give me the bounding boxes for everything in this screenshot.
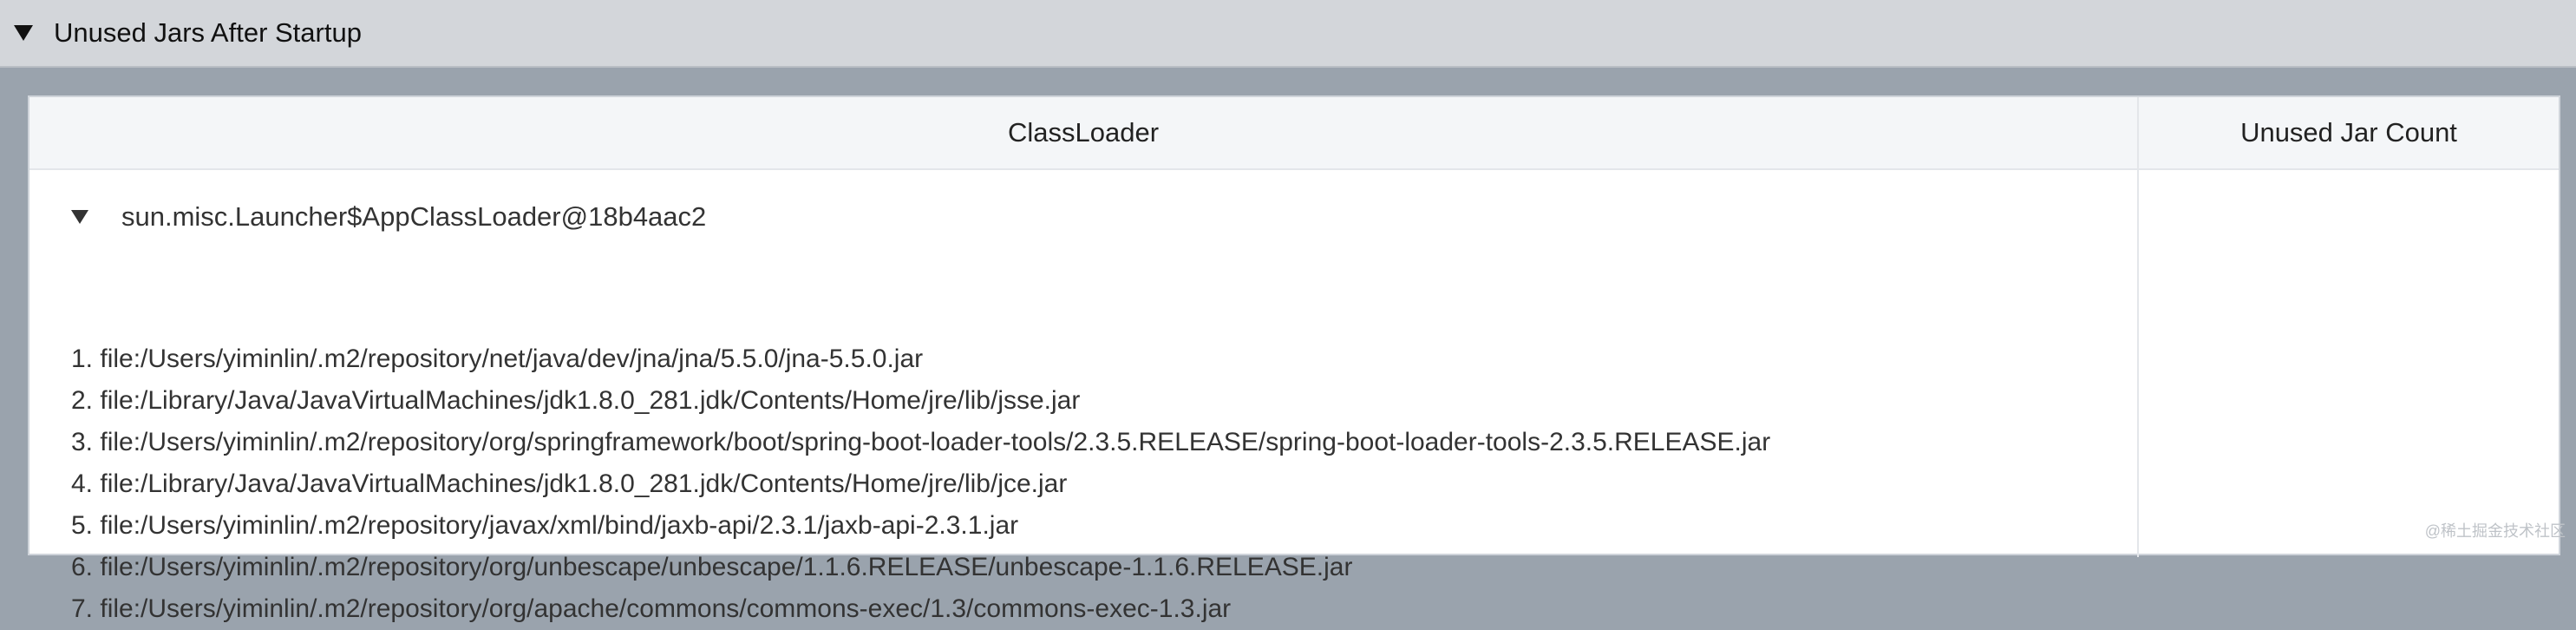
watermark: @稀土掘金技术社区 — [2425, 519, 2566, 541]
unused-jars-table: ClassLoader Unused Jar Count sun.misc.La… — [28, 95, 2560, 555]
collapse-caret-icon[interactable] — [14, 25, 33, 41]
classloader-name: sun.misc.Launcher$AppClassLoader@18b4aac… — [121, 201, 706, 233]
section-title: Unused Jars After Startup — [54, 17, 362, 49]
unused-jar-count-cell — [2139, 170, 2559, 557]
jar-path: 7. file:/Users/yiminlin/.m2/repository/o… — [71, 588, 1770, 630]
jar-path: 2. file:/Library/Java/JavaVirtualMachine… — [71, 380, 1770, 422]
table-header: ClassLoader Unused Jar Count — [29, 97, 2559, 170]
classloader-cell: sun.misc.Launcher$AppClassLoader@18b4aac… — [29, 170, 2139, 557]
jar-path: 3. file:/Users/yiminlin/.m2/repository/o… — [71, 422, 1770, 463]
column-header-classloader[interactable]: ClassLoader — [29, 97, 2139, 168]
jar-path: 4. file:/Library/Java/JavaVirtualMachine… — [71, 463, 1770, 505]
jar-list: 1. file:/Users/yiminlin/.m2/repository/n… — [71, 338, 1770, 630]
column-header-unused-jar-count[interactable]: Unused Jar Count — [2139, 97, 2559, 168]
jar-path: 1. file:/Users/yiminlin/.m2/repository/n… — [71, 338, 1770, 380]
jar-path: 6. file:/Users/yiminlin/.m2/repository/o… — [71, 547, 1770, 588]
table-row: sun.misc.Launcher$AppClassLoader@18b4aac… — [29, 170, 2559, 557]
jar-path: 5. file:/Users/yiminlin/.m2/repository/j… — [71, 505, 1770, 547]
section-header[interactable]: Unused Jars After Startup — [0, 0, 2576, 68]
classloader-toggle[interactable]: sun.misc.Launcher$AppClassLoader@18b4aac… — [71, 201, 706, 233]
expand-caret-icon[interactable] — [71, 210, 88, 224]
